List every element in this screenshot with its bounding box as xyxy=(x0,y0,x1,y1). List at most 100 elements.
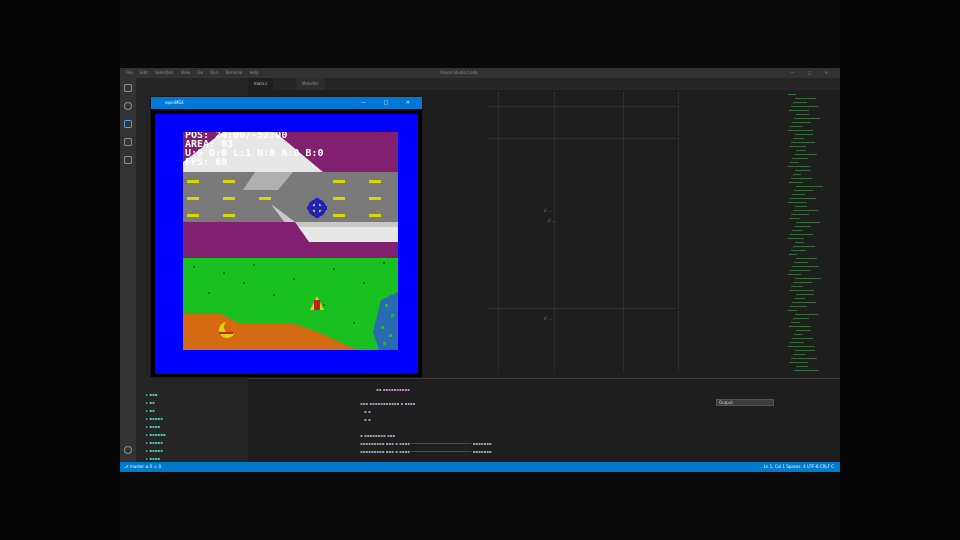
extensions-icon[interactable] xyxy=(124,156,132,164)
explorer-icon[interactable] xyxy=(124,84,132,92)
code-comment: // ... xyxy=(544,208,552,213)
minimap-line xyxy=(789,110,809,111)
menu-bar: File Edit Selection View Go Run Terminal… xyxy=(120,70,259,75)
status-bar: ⎇ master ⊗ 0 ⚠ 0 Ln 1, Col 1 Spaces: 4 U… xyxy=(120,462,840,472)
panel-text: ▪ ▪ xyxy=(364,409,371,414)
emulator-screen[interactable]: POS: 24:00/-52:00 AREA: 03 U:0 D:0 L:1 N… xyxy=(155,114,418,374)
minimap-line xyxy=(789,254,797,255)
minimap-line xyxy=(796,222,820,223)
ruler-line xyxy=(488,106,678,107)
tree-item[interactable]: ▸ ▪▪ xyxy=(146,400,155,405)
minimap-line xyxy=(792,158,808,159)
minimap-line xyxy=(792,266,819,267)
hud-fps: FPS: 60 xyxy=(185,157,228,168)
minimap-line xyxy=(791,358,817,359)
emulator-window[interactable]: openMSX — □ ✕ POS: 24:00/-52:00 AREA: 03… xyxy=(150,96,423,378)
menu-selection[interactable]: Selection xyxy=(155,68,173,78)
emulator-titlebar[interactable]: openMSX — □ ✕ xyxy=(151,97,422,109)
minimap-line xyxy=(788,238,804,239)
tree-item[interactable]: ▸ ▪▪▪▪▪ xyxy=(146,440,163,445)
ruler-line xyxy=(488,138,678,139)
minimap-line xyxy=(796,150,806,151)
editor-titlebar: File Edit Selection View Go Run Terminal… xyxy=(120,68,840,78)
minimap-line xyxy=(792,302,816,303)
minimap-line xyxy=(796,186,823,187)
indent-guide xyxy=(678,92,679,372)
minimap-line xyxy=(792,338,813,339)
minimap-line xyxy=(795,242,804,243)
menu-edit[interactable]: Edit xyxy=(140,68,148,78)
panel-text: ▪▪▪▪▪▪▪▪▪ ▪▪▪ ▪ ▪▪▪▪ ───────────────────… xyxy=(360,441,492,446)
menu-help[interactable]: Help xyxy=(249,68,258,78)
minimap-line xyxy=(790,270,810,271)
search-icon[interactable] xyxy=(124,102,132,110)
code-comment: // ... xyxy=(544,316,552,321)
status-left[interactable]: ⎇ master ⊗ 0 ⚠ 0 xyxy=(124,462,161,472)
minimap-line xyxy=(794,334,802,335)
minimap-line xyxy=(793,282,812,283)
panel-text: ▪▪▪▪▪▪▪▪▪ ▪▪▪ ▪ ▪▪▪▪ ───────────────────… xyxy=(360,449,492,454)
minimap-line xyxy=(793,174,801,175)
tree-item[interactable]: ▸ ▪▪▪▪▪ xyxy=(146,416,163,421)
minimap-line xyxy=(791,286,803,287)
tree-item[interactable]: ▸ ▪▪▪▪▪▪ xyxy=(146,432,166,437)
panel-text: ▪▪ ▪▪▪▪▪▪▪▪▪▪ xyxy=(376,387,410,392)
purple-band xyxy=(183,222,398,258)
minimap-line xyxy=(789,182,803,183)
minimap-line xyxy=(796,366,808,367)
minimap-line xyxy=(790,162,799,163)
output-panel: ▪▪ ▪▪▪▪▪▪▪▪▪▪ ▪▪▪ ▪▪▪▪▪▪▪▪▪▪▪ ▪ ▪▪▪▪ ▪ ▪… xyxy=(248,378,840,462)
tab-makefile[interactable]: Makefile xyxy=(296,78,325,90)
menu-run[interactable]: Run xyxy=(210,68,218,78)
tree-item[interactable]: ▸ ▪▪▪ xyxy=(146,392,157,397)
road xyxy=(183,172,398,222)
minimap-line xyxy=(796,114,809,115)
editor-window-controls[interactable]: — □ ✕ xyxy=(790,68,834,78)
emulator-window-controls[interactable]: — □ ✕ xyxy=(361,97,418,109)
minimap-line xyxy=(788,202,807,203)
minimap[interactable] xyxy=(788,94,832,394)
indent-guide xyxy=(554,92,555,372)
minimap-line xyxy=(795,170,810,171)
minimap-line xyxy=(788,346,815,347)
menu-view[interactable]: View xyxy=(181,68,191,78)
minimap-line xyxy=(788,274,801,275)
panel-text: ▪ ▪▪▪▪▪▪▪▪ ▪▪▪ xyxy=(360,433,396,438)
minimap-line xyxy=(790,126,802,127)
minimap-line xyxy=(795,314,818,315)
menu-file[interactable]: File xyxy=(126,68,133,78)
tree-item[interactable]: ▸ ▪▪▪▪ xyxy=(146,456,160,461)
minimap-line xyxy=(793,102,807,103)
minimap-line xyxy=(789,146,806,147)
minimap-line xyxy=(790,198,816,199)
tree-item[interactable]: ▸ ▪▪▪▪▪ xyxy=(146,448,163,453)
minimap-line xyxy=(794,190,814,191)
source-control-icon[interactable] xyxy=(124,120,132,128)
menu-go[interactable]: Go xyxy=(198,68,204,78)
code-comment: // ... xyxy=(548,218,556,223)
menu-terminal[interactable]: Terminal xyxy=(225,68,242,78)
minimap-line xyxy=(788,94,796,95)
letterbox-left xyxy=(0,0,120,540)
emulator-title: openMSX xyxy=(165,100,184,105)
output-channel-select[interactable]: Output xyxy=(716,399,774,406)
minimap-line xyxy=(795,350,815,351)
ruler-line xyxy=(488,308,678,309)
minimap-line xyxy=(788,130,813,131)
minimap-line xyxy=(788,310,798,311)
tab-main[interactable]: main.c xyxy=(248,78,274,90)
minimap-line xyxy=(793,354,806,355)
minimap-line xyxy=(789,326,811,327)
minimap-line xyxy=(792,230,802,231)
tree-item[interactable]: ▸ ▪▪ xyxy=(146,408,155,413)
tree-item[interactable]: ▸ ▪▪▪▪ xyxy=(146,424,160,429)
minimap-line xyxy=(796,294,814,295)
minimap-line xyxy=(794,154,817,155)
settings-gear-icon[interactable] xyxy=(124,446,132,454)
minimap-line xyxy=(794,226,811,227)
status-right[interactable]: Ln 1, Col 1 Spaces: 4 UTF-8 CRLF C xyxy=(764,462,834,472)
run-debug-icon[interactable] xyxy=(124,138,132,146)
minimap-line xyxy=(794,262,808,263)
minimap-line xyxy=(791,142,815,143)
indent-guide xyxy=(498,92,499,372)
